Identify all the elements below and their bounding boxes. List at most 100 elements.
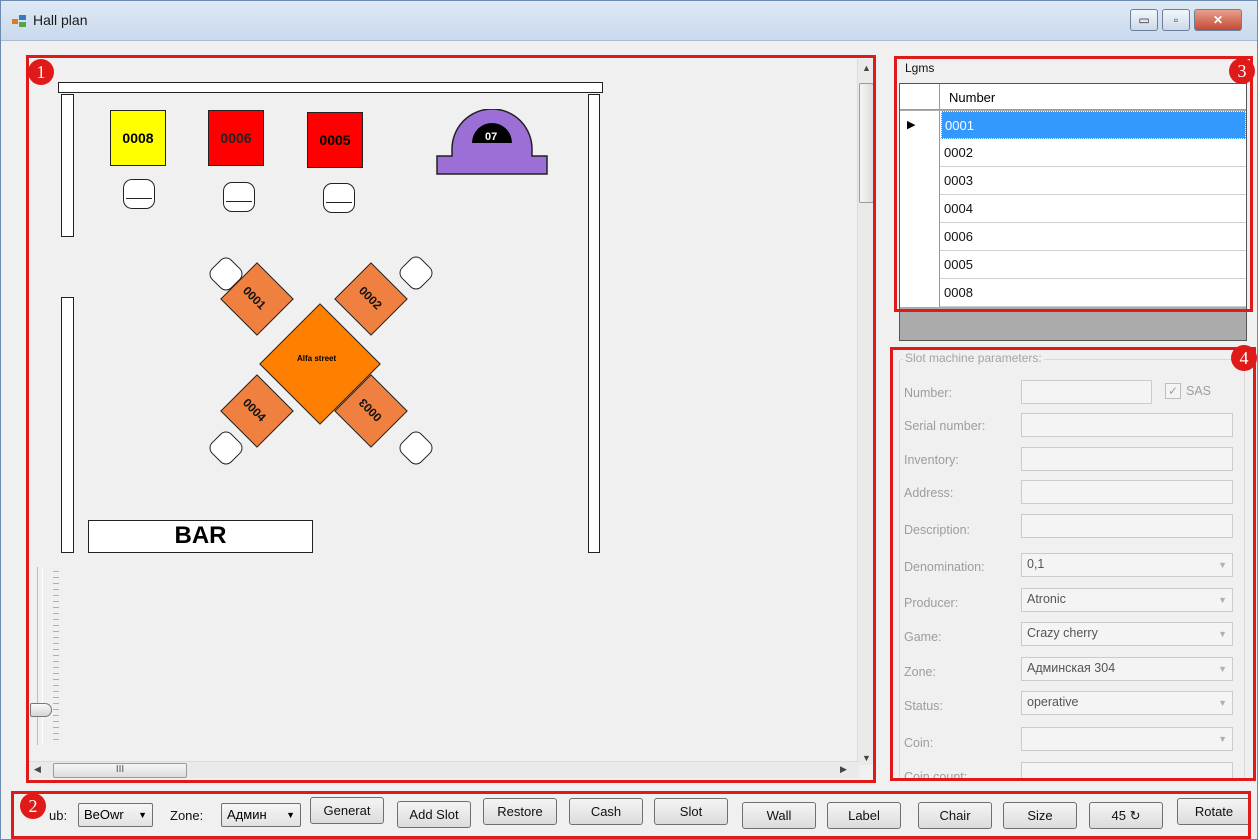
maximize-button[interactable]: ▫: [1162, 9, 1190, 31]
scroll-up-icon[interactable]: ▲: [862, 63, 871, 73]
lgms-grid[interactable]: Number ▶ 0001 0002 0003 0004 0006 0005 0: [899, 83, 1247, 341]
description-label: Description:: [904, 523, 970, 537]
chevron-down-icon: ▼: [1218, 560, 1227, 570]
chevron-down-icon: ▼: [138, 810, 147, 820]
game-select[interactable]: Crazy cherry ▼: [1021, 622, 1233, 646]
scroll-grip: III: [115, 764, 125, 775]
chair-button[interactable]: Chair: [918, 802, 992, 829]
number-field[interactable]: [1021, 380, 1152, 404]
annotation-badge: 1: [28, 59, 54, 85]
scroll-right-icon[interactable]: ▶: [840, 764, 847, 775]
denomination-select[interactable]: 0,1 ▼: [1021, 553, 1233, 577]
zoom-slider-track[interactable]: [37, 567, 43, 745]
cell-number[interactable]: 0005: [941, 251, 1246, 279]
denomination-value: 0,1: [1027, 557, 1045, 571]
cell-number[interactable]: 0003: [941, 167, 1246, 195]
cell-number[interactable]: 0006: [941, 223, 1246, 251]
slot-number: 0006: [220, 130, 252, 146]
row-header[interactable]: [900, 195, 940, 223]
producer-value: Atronic: [1027, 592, 1066, 606]
rotate-angle-button[interactable]: 45 ↻: [1089, 802, 1163, 829]
inventory-field[interactable]: [1021, 447, 1233, 471]
scroll-down-icon[interactable]: ▼: [862, 753, 871, 763]
restore-button[interactable]: Restore: [483, 798, 557, 825]
table-row[interactable]: 0005: [900, 251, 1246, 279]
row-header[interactable]: [900, 279, 940, 307]
zone-toolbar-value: Админ: [227, 807, 267, 822]
row-header[interactable]: ▶: [900, 111, 940, 139]
description-field[interactable]: [1021, 514, 1233, 538]
table-row[interactable]: 0006: [900, 223, 1246, 251]
status-select[interactable]: operative ▼: [1021, 691, 1233, 715]
club-value: BeOwr: [84, 807, 124, 822]
close-button[interactable]: ✕: [1194, 9, 1242, 31]
generate-button[interactable]: Generat: [310, 797, 384, 824]
horizontal-scrollbar[interactable]: ◀ III ▶: [29, 761, 859, 778]
annotation-badge: 2: [20, 793, 46, 819]
chair-icon[interactable]: [223, 182, 255, 212]
coin-select[interactable]: ▼: [1021, 727, 1233, 751]
rotate-button[interactable]: Rotate: [1177, 798, 1251, 825]
chevron-down-icon: ▼: [1218, 595, 1227, 605]
slot-button[interactable]: Slot: [654, 798, 728, 825]
zoom-slider-thumb[interactable]: [30, 703, 52, 717]
status-label: Status:: [904, 699, 943, 713]
wall-top[interactable]: [58, 82, 603, 93]
wall-right[interactable]: [588, 94, 600, 553]
serial-number-field[interactable]: [1021, 413, 1233, 437]
zone-label: Zone:: [904, 665, 936, 679]
table-row[interactable]: 0002: [900, 139, 1246, 167]
producer-select[interactable]: Atronic ▼: [1021, 588, 1233, 612]
chevron-down-icon: ▼: [286, 810, 295, 820]
table-row[interactable]: 0004: [900, 195, 1246, 223]
zone-select[interactable]: Админская 304 ▼: [1021, 657, 1233, 681]
cell-number[interactable]: 0001: [941, 111, 1246, 139]
wall-button[interactable]: Wall: [742, 802, 816, 829]
size-button[interactable]: Size: [1003, 802, 1077, 829]
zone-toolbar-label: Zone:: [170, 808, 204, 823]
zone-toolbar-select[interactable]: Админ ▼: [221, 803, 301, 827]
table-row[interactable]: ▶ 0001: [900, 111, 1246, 139]
table-label: Alfa street: [297, 354, 337, 363]
chair-icon[interactable]: [123, 179, 155, 209]
annotation-badge: 3: [1229, 58, 1255, 84]
address-field[interactable]: [1021, 480, 1233, 504]
table-row[interactable]: 0003: [900, 167, 1246, 195]
row-header[interactable]: [900, 139, 940, 167]
label-button[interactable]: Label: [827, 802, 901, 829]
bar-label[interactable]: BAR: [88, 520, 313, 553]
add-slot-button[interactable]: Add Slot: [397, 801, 471, 828]
slot-machine-0006[interactable]: 0006: [208, 110, 264, 166]
scroll-left-icon[interactable]: ◀: [34, 764, 41, 775]
wall-left-upper[interactable]: [61, 94, 74, 237]
row-header[interactable]: [900, 251, 940, 279]
horizontal-scroll-thumb[interactable]: III: [53, 763, 187, 778]
lgms-group-title: Lgms: [903, 61, 937, 75]
row-header[interactable]: [900, 223, 940, 251]
sas-checkbox[interactable]: ✓: [1165, 383, 1181, 399]
coin-count-label: Coin count:: [904, 770, 968, 781]
slot-machine-0005[interactable]: 0005: [307, 112, 363, 168]
vertical-scroll-thumb[interactable]: [859, 83, 874, 203]
app-icon: [12, 15, 26, 27]
title-bar: Hall plan ▭ ▫ ✕: [1, 1, 1257, 41]
game-label: Game:: [904, 630, 942, 644]
cash-button[interactable]: Cash: [569, 798, 643, 825]
slot-number: 0005: [319, 132, 351, 148]
cell-number[interactable]: 0002: [941, 139, 1246, 167]
table-row[interactable]: 0008: [900, 279, 1246, 307]
chevron-down-icon: ▼: [1218, 698, 1227, 708]
coin-count-field[interactable]: [1021, 762, 1233, 781]
cell-number[interactable]: 0008: [941, 279, 1246, 307]
wall-left-lower[interactable]: [61, 297, 74, 553]
cell-number[interactable]: 0004: [941, 195, 1246, 223]
row-header[interactable]: [900, 167, 940, 195]
chevron-down-icon: ▼: [1218, 629, 1227, 639]
slot-machine-0008[interactable]: 0008: [110, 110, 166, 166]
slot-number: 0008: [122, 130, 154, 146]
minimize-button[interactable]: ▭: [1130, 9, 1158, 31]
club-select[interactable]: BeOwr ▼: [78, 803, 153, 827]
chair-icon[interactable]: [323, 183, 355, 213]
column-header-number[interactable]: Number: [949, 90, 995, 105]
vertical-scrollbar[interactable]: ▲ ▼: [857, 59, 874, 765]
